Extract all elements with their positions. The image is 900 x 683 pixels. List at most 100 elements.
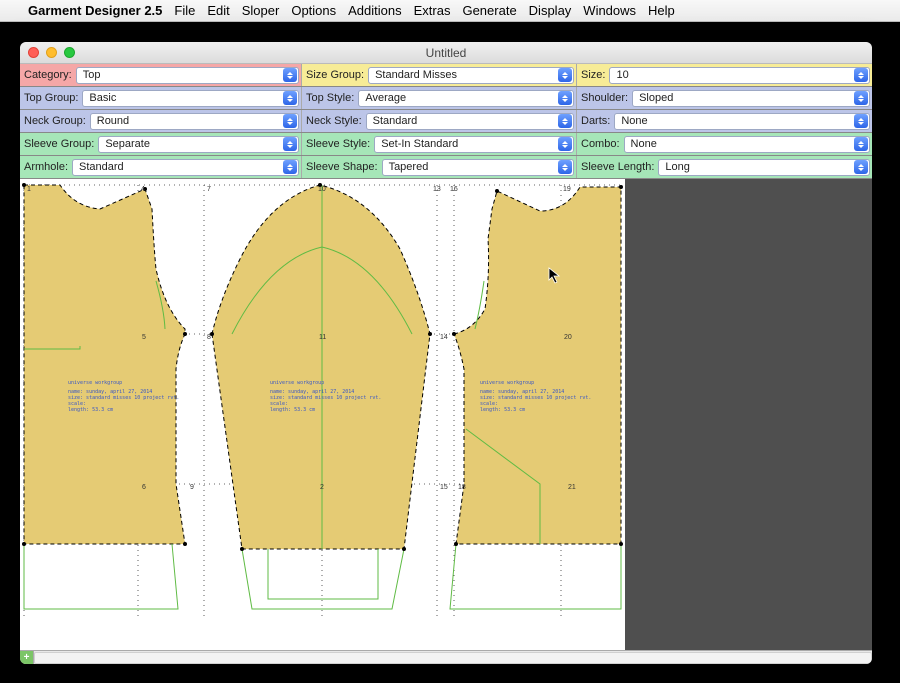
sleeveshape-label: Sleeve Shape: [306,161,378,173]
menu-help[interactable]: Help [648,3,675,18]
chevron-updown-icon [283,137,297,151]
sleevegroup-select[interactable]: Separate [98,136,299,153]
chevron-updown-icon [854,91,868,105]
menu-edit[interactable]: Edit [207,3,229,18]
topgroup-label: Top Group: [24,92,78,104]
neckstyle-value: Standard [373,115,418,127]
chevron-updown-icon [558,137,572,151]
topgroup-select[interactable]: Basic [82,90,299,107]
window-title: Untitled [20,46,872,60]
scroll-track[interactable] [34,652,872,664]
neckstyle-select[interactable]: Standard [366,113,574,130]
sleevegroup-value: Separate [105,138,150,150]
svg-text:length: 53.3 cm: length: 53.3 cm [480,407,525,413]
neckgroup-value: Round [97,115,129,127]
menu-sloper[interactable]: Sloper [242,3,280,18]
armhole-label: Armhole: [24,161,68,173]
darts-label: Darts: [581,115,610,127]
marker: 7 [207,186,211,193]
armhole-value: Standard [79,161,124,173]
sizegroup-label: Size Group: [306,69,364,81]
chevron-updown-icon [558,91,572,105]
topgroup-value: Basic [89,92,116,104]
neckstyle-label: Neck Style: [306,115,362,127]
size-value: 10 [616,69,628,81]
topstyle-select[interactable]: Average [358,90,574,107]
control-panel: Category: Top Size Group: Standard Misse… [20,64,872,179]
chevron-updown-icon [283,114,297,128]
chevron-updown-icon [283,68,297,82]
document-window: Untitled Category: Top Size Group: Stand… [20,42,872,664]
marker: 19 [563,186,571,193]
canvas-area: 1 4 7 10 13 16 19 5 8 11 14 20 6 9 2 15 … [20,179,872,650]
chevron-updown-icon [283,160,297,174]
pattern-svg: 1 4 7 10 13 16 19 5 8 11 14 20 6 9 2 15 … [20,179,625,639]
sleeveshape-select[interactable]: Tapered [382,159,574,176]
sleevelength-select[interactable]: Long [658,159,870,176]
chevron-updown-icon [283,91,297,105]
shoulder-value: Sloped [639,92,673,104]
darts-select[interactable]: None [614,113,870,130]
chevron-updown-icon [854,137,868,151]
window-controls [28,47,75,58]
menu-generate[interactable]: Generate [462,3,516,18]
marker: 14 [440,334,448,341]
chevron-updown-icon [854,160,868,174]
chevron-updown-icon [854,68,868,82]
marker: 15 [440,484,448,491]
marker: 10 [318,186,326,193]
sleevestyle-select[interactable]: Set-In Standard [374,136,574,153]
menu-display[interactable]: Display [529,3,572,18]
size-select[interactable]: 10 [609,67,870,84]
menu-additions[interactable]: Additions [348,3,401,18]
armhole-select[interactable]: Standard [72,159,299,176]
app-menu[interactable]: Garment Designer 2.5 [28,3,162,18]
svg-text:universe workgroup: universe workgroup [68,380,122,386]
chevron-updown-icon [558,68,572,82]
chevron-updown-icon [558,114,572,128]
add-page-icon[interactable]: + [20,651,34,665]
chevron-updown-icon [558,160,572,174]
menu-options[interactable]: Options [291,3,336,18]
menu-windows[interactable]: Windows [583,3,636,18]
sleevestyle-value: Set-In Standard [381,138,458,150]
window-titlebar[interactable]: Untitled [20,42,872,64]
marker: 21 [568,484,576,491]
marker: 6 [142,484,146,491]
marker: 16 [450,186,458,193]
sizegroup-select[interactable]: Standard Misses [368,67,574,84]
category-label: Category: [24,69,72,81]
marker: 4 [141,186,145,193]
marker: 1 [27,186,31,193]
combo-value: None [631,138,657,150]
topstyle-value: Average [365,92,406,104]
sleeveshape-value: Tapered [389,161,429,173]
category-select[interactable]: Top [76,67,299,84]
pattern-canvas[interactable]: 1 4 7 10 13 16 19 5 8 11 14 20 6 9 2 15 … [20,179,625,650]
svg-text:universe workgroup: universe workgroup [270,380,324,386]
svg-text:length: 53.3 cm: length: 53.3 cm [68,407,113,413]
marker: 5 [142,334,146,341]
close-button[interactable] [28,47,39,58]
svg-text:universe workgroup: universe workgroup [480,380,534,386]
zoom-button[interactable] [64,47,75,58]
marker: 2 [320,484,324,491]
menu-file[interactable]: File [174,3,195,18]
combo-select[interactable]: None [624,136,870,153]
sizegroup-value: Standard Misses [375,69,457,81]
topstyle-label: Top Style: [306,92,354,104]
combo-label: Combo: [581,138,620,150]
shoulder-select[interactable]: Sloped [632,90,870,107]
menu-extras[interactable]: Extras [414,3,451,18]
marker: 11 [319,334,326,341]
shoulder-label: Shoulder: [581,92,628,104]
system-menubar: Garment Designer 2.5 File Edit Sloper Op… [0,0,900,22]
minimize-button[interactable] [46,47,57,58]
marker: 13 [433,186,441,193]
marker: 20 [564,334,572,341]
neckgroup-select[interactable]: Round [90,113,299,130]
marker: 9 [190,484,194,491]
horizontal-scrollbar[interactable]: + [20,650,872,664]
neckgroup-label: Neck Group: [24,115,86,127]
category-value: Top [83,69,101,81]
